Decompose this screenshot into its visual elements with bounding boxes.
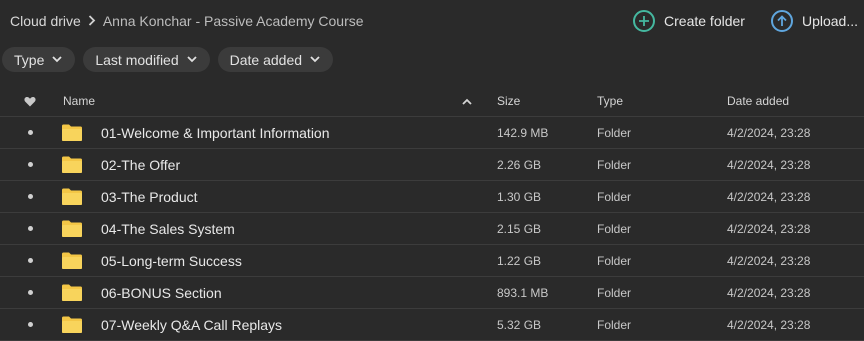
row-name: 05-Long-term Success [101, 252, 242, 269]
folder-icon [62, 213, 84, 244]
heart-icon[interactable] [22, 86, 38, 116]
filter-type[interactable]: Type [2, 47, 76, 72]
table-row[interactable]: 06-BONUS Section 893.1 MB Folder 4/2/202… [0, 277, 864, 309]
table-row[interactable]: 03-The Product 1.30 GB Folder 4/2/2024, … [0, 181, 864, 213]
file-table: Name Size Type Date added 01-Welcome & I… [0, 86, 864, 341]
filter-date-added[interactable]: Date added [217, 47, 334, 72]
folder-icon [62, 181, 84, 212]
breadcrumb: Cloud drive Anna Konchar - Passive Acade… [10, 13, 364, 29]
chevron-right-icon [81, 14, 103, 29]
create-folder-label: Create folder [664, 13, 745, 29]
chevron-down-icon [187, 55, 197, 65]
folder-icon [62, 149, 84, 180]
row-date-added: 4/2/2024, 23:28 [727, 253, 811, 268]
row-type: Folder [597, 221, 632, 236]
filter-label: Last modified [95, 51, 179, 68]
filter-bar: Type Last modified Date added [2, 47, 334, 72]
arrow-up-circle-icon [770, 10, 793, 32]
row-size: 893.1 MB [497, 285, 549, 300]
table-row[interactable]: 07-Weekly Q&A Call Replays 5.32 GB Folde… [0, 309, 864, 341]
table-row[interactable]: 02-The Offer 2.26 GB Folder 4/2/2024, 23… [0, 149, 864, 181]
upload-button[interactable]: Upload... [770, 10, 858, 32]
table-row[interactable]: 01-Welcome & Important Information 142.9… [0, 117, 864, 149]
row-name: 07-Weekly Q&A Call Replays [101, 316, 283, 333]
row-dot [27, 162, 33, 167]
folder-icon [62, 245, 84, 276]
row-dot [27, 226, 33, 231]
row-date-added: 4/2/2024, 23:28 [727, 317, 811, 332]
folder-icon [62, 309, 84, 340]
row-size: 1.22 GB [497, 253, 542, 268]
sort-ascending-icon[interactable] [462, 86, 474, 116]
row-size: 1.30 GB [497, 189, 542, 204]
row-name: 06-BONUS Section [101, 284, 222, 301]
column-header-type[interactable]: Type [597, 86, 623, 116]
breadcrumb-root[interactable]: Cloud drive [10, 13, 81, 29]
row-type: Folder [597, 317, 632, 332]
filter-label: Date added [229, 51, 303, 68]
chevron-down-icon [52, 55, 62, 65]
row-dot [27, 130, 33, 135]
create-folder-button[interactable]: Create folder [633, 10, 745, 32]
row-name: 01-Welcome & Important Information [101, 124, 330, 141]
column-header-size[interactable]: Size [497, 86, 520, 116]
column-header-date-added[interactable]: Date added [727, 86, 789, 116]
column-header-name[interactable]: Name [63, 86, 95, 116]
folder-icon [62, 277, 84, 308]
row-size: 2.15 GB [497, 221, 542, 236]
row-dot [27, 258, 33, 263]
row-type: Folder [597, 285, 632, 300]
row-date-added: 4/2/2024, 23:28 [727, 221, 811, 236]
row-date-added: 4/2/2024, 23:28 [727, 189, 811, 204]
table-row[interactable]: 04-The Sales System 2.15 GB Folder 4/2/2… [0, 213, 864, 245]
chevron-down-icon [310, 55, 320, 65]
row-type: Folder [597, 157, 632, 172]
row-size: 5.32 GB [497, 317, 542, 332]
filter-label: Type [14, 51, 45, 68]
row-dot [27, 290, 33, 295]
row-name: 04-The Sales System [101, 220, 235, 237]
breadcrumb-current: Anna Konchar - Passive Academy Course [102, 13, 364, 29]
row-date-added: 4/2/2024, 23:28 [727, 125, 811, 140]
folder-icon [62, 117, 84, 148]
plus-circle-icon [633, 10, 656, 32]
table-row[interactable]: 05-Long-term Success 1.22 GB Folder 4/2/… [0, 245, 864, 277]
row-date-added: 4/2/2024, 23:28 [727, 285, 811, 300]
table-header: Name Size Type Date added [0, 86, 864, 117]
upload-label: Upload... [801, 13, 858, 29]
row-size: 2.26 GB [497, 157, 542, 172]
top-actions: Create folder Upload... [633, 10, 858, 32]
row-size: 142.9 MB [497, 125, 549, 140]
top-bar: Cloud drive Anna Konchar - Passive Acade… [0, 0, 864, 44]
row-type: Folder [597, 253, 632, 268]
row-dot [27, 322, 33, 327]
row-name: 02-The Offer [101, 156, 181, 173]
row-name: 03-The Product [101, 188, 198, 205]
row-date-added: 4/2/2024, 23:28 [727, 157, 811, 172]
row-dot [27, 194, 33, 199]
filter-last-modified[interactable]: Last modified [83, 47, 210, 72]
row-type: Folder [597, 125, 632, 140]
row-type: Folder [597, 189, 632, 204]
